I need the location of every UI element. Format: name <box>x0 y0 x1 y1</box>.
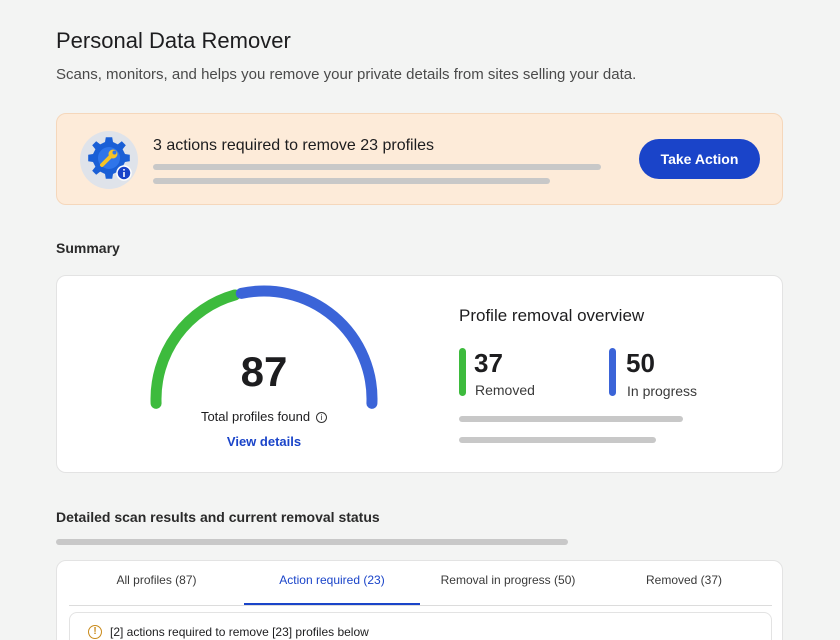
total-profiles-text: Total profiles found <box>200 409 311 424</box>
skeleton-line <box>56 539 568 545</box>
skeleton-line <box>459 416 683 422</box>
tab-action-required[interactable]: Action required (23) <box>244 573 420 605</box>
tab-removed[interactable]: Removed (37) <box>596 573 772 605</box>
summary-heading: Summary <box>56 240 120 256</box>
alert-title: 3 actions required to remove 23 profiles <box>153 137 435 154</box>
removed-label: Removed <box>475 382 535 398</box>
tab-all-profiles[interactable]: All profiles (87) <box>69 573 244 605</box>
results-heading: Detailed scan results and current remova… <box>56 509 380 525</box>
info-icon[interactable]: i <box>316 412 328 423</box>
overview-title: Profile removal overview <box>459 306 645 325</box>
warning-icon: ! <box>88 625 102 639</box>
skeleton-line <box>459 437 656 443</box>
in-progress-indicator <box>609 348 616 396</box>
skeleton-line <box>153 178 550 184</box>
take-action-button[interactable]: Take Action <box>639 139 760 179</box>
results-card: All profiles (87) Action required (23) R… <box>56 560 783 640</box>
removed-count: 37 <box>474 348 503 378</box>
skeleton-line <box>153 164 601 170</box>
total-profiles-value: 87 <box>240 348 288 395</box>
notice-text: [2] actions required to remove [23] prof… <box>110 625 369 639</box>
in-progress-count: 50 <box>626 348 655 378</box>
in-progress-label: In progress <box>627 383 698 399</box>
action-required-banner: 3 actions required to remove 23 profiles… <box>56 113 783 205</box>
wrench-gear-icon <box>80 131 138 189</box>
removed-indicator <box>459 348 466 396</box>
view-details-link[interactable]: View details <box>184 434 344 449</box>
tabs-divider <box>69 605 772 606</box>
action-notice: ! [2] actions required to remove [23] pr… <box>69 612 772 640</box>
tab-removal-in-progress[interactable]: Removal in progress (50) <box>420 573 596 605</box>
summary-card: 87 Total profiles found i View details Pr… <box>56 275 783 473</box>
total-profiles-label: Total profiles found i <box>184 409 344 424</box>
page-title: Personal Data Remover <box>56 28 291 53</box>
page-subtitle: Scans, monitors, and helps you remove yo… <box>56 66 637 83</box>
